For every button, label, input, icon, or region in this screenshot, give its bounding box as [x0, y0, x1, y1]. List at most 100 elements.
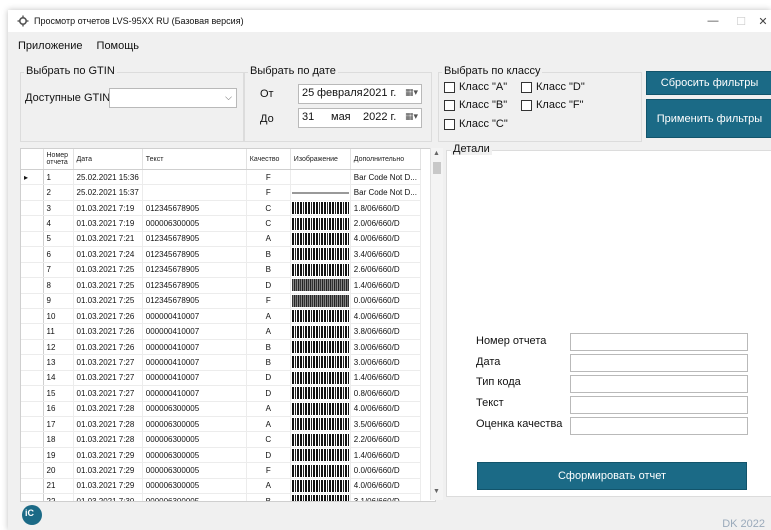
gtin-select[interactable]: ⌵	[109, 88, 237, 108]
table-row[interactable]: 8 01.03.2021 7:25 012345678905 D 1.4/06/660/…	[21, 277, 421, 294]
table-row[interactable]: 6 01.03.2021 7:24 012345678905 B 3.4/06/660/…	[21, 246, 421, 263]
menu-item-application[interactable]: Приложение	[18, 40, 83, 52]
cell-image	[290, 184, 351, 201]
row-header[interactable]	[21, 370, 44, 387]
code-type-field[interactable]	[570, 375, 748, 393]
date-from-year: 2021 г.	[363, 87, 397, 99]
table-row[interactable]: 14 01.03.2021 7:27 000000410007 D 1.4/06/660…	[21, 370, 421, 387]
row-header[interactable]	[21, 354, 44, 371]
table-row[interactable]: 12 01.03.2021 7:26 000000410007 B 3.0/06/660…	[21, 339, 421, 356]
row-header[interactable]	[21, 308, 44, 325]
cell-date: 25.02.2021 15:36	[73, 169, 143, 186]
table-row[interactable]: 18 01.03.2021 7:28 000006300005 C 2.2/06/660…	[21, 431, 421, 448]
row-header[interactable]	[21, 493, 44, 501]
row-header[interactable]	[21, 401, 44, 418]
col-header-image[interactable]: Изображение	[290, 149, 351, 170]
barcode-image	[291, 371, 349, 384]
cell-text: 000006300005	[142, 478, 247, 495]
table-row[interactable]: 16 01.03.2021 7:28 000006300005 A 4.0/06/660…	[21, 401, 421, 418]
row-header[interactable]	[21, 293, 44, 309]
table-row[interactable]: 5 01.03.2021 7:21 012345678905 A 4.0/06/660/…	[21, 231, 421, 248]
table-row[interactable]: 7 01.03.2021 7:25 012345678905 B 2.6/06/660/…	[21, 262, 421, 279]
row-header[interactable]	[21, 339, 44, 356]
table-row[interactable]: 21 01.03.2021 7:29 000006300005 A 4.0/06/660…	[21, 478, 421, 495]
row-header[interactable]	[21, 431, 44, 448]
cell-number: 9	[43, 293, 74, 309]
cell-number: 12	[43, 339, 74, 356]
scroll-down-icon[interactable]: ▼	[433, 488, 440, 495]
date-field[interactable]	[570, 354, 748, 372]
row-header[interactable]	[21, 447, 44, 464]
cell-quality: D	[246, 385, 291, 402]
text-field[interactable]	[570, 396, 748, 414]
date-label: Дата	[476, 356, 501, 368]
table-row[interactable]: 15 01.03.2021 7:27 000000410007 D 0.8/06/660…	[21, 385, 421, 402]
table-row[interactable]: 13 01.03.2021 7:27 000000410007 B 3.0/06/660…	[21, 354, 421, 371]
table-row[interactable]: 17 01.03.2021 7:28 000006300005 A 3.5/06/660…	[21, 416, 421, 433]
brand-logo-icon: iC	[22, 505, 42, 525]
cell-date: 01.03.2021 7:26	[73, 339, 143, 356]
class-c-checkbox[interactable]: Класс "C"	[444, 118, 508, 130]
cell-text: 000006300005	[142, 447, 247, 464]
class-f-checkbox[interactable]: Класс "F"	[521, 99, 584, 111]
scroll-up-icon[interactable]: ▲	[433, 150, 440, 157]
col-header-extra[interactable]: Дополнительно	[350, 149, 421, 170]
current-row-arrow-icon[interactable]: ▸	[21, 169, 44, 186]
scrollbar-thumb[interactable]	[433, 162, 441, 174]
row-header[interactable]	[21, 277, 44, 294]
close-button[interactable]: ✕	[748, 10, 771, 32]
class-b-checkbox[interactable]: Класс "B"	[444, 99, 507, 111]
cell-date: 01.03.2021 7:28	[73, 416, 143, 433]
apply-filters-button[interactable]: Применить фильтры	[646, 99, 771, 138]
report-number-field[interactable]	[570, 333, 748, 351]
row-header[interactable]	[21, 323, 44, 340]
cell-text: 000006300005	[142, 431, 247, 448]
row-header[interactable]	[21, 246, 44, 263]
table-row[interactable]: 10 01.03.2021 7:26 000000410007 A 4.0/06/660…	[21, 308, 421, 325]
row-header[interactable]	[21, 262, 44, 279]
row-header[interactable]	[21, 184, 44, 201]
row-header[interactable]	[21, 478, 44, 495]
class-d-checkbox[interactable]: Класс "D"	[521, 81, 585, 93]
barcode-image	[291, 356, 349, 369]
col-header-number[interactable]: Номер отчета	[43, 149, 74, 170]
class-a-checkbox[interactable]: Класс "A"	[444, 81, 507, 93]
barcode-image	[291, 341, 349, 354]
col-header-quality[interactable]: Качество	[246, 149, 291, 170]
cell-date: 01.03.2021 7:27	[73, 370, 143, 387]
table-row[interactable]: 19 01.03.2021 7:29 000006300005 D 1.4/06/660…	[21, 447, 421, 464]
cell-text: 000006300005	[142, 493, 247, 501]
table-row[interactable]: 22 01.03.2021 7:30 000006300005 B 3.1/06/660…	[21, 493, 421, 501]
barcode-image	[291, 433, 349, 446]
row-header[interactable]	[21, 416, 44, 433]
generate-report-button[interactable]: Сформировать отчет	[477, 462, 747, 490]
row-header[interactable]	[21, 231, 44, 248]
row-header[interactable]	[21, 215, 44, 232]
table-scrollbar[interactable]: ▲ ▼	[430, 148, 443, 500]
details-panel	[446, 150, 771, 497]
table-row[interactable]: 20 01.03.2021 7:29 000006300005 F 0.0/06/660…	[21, 462, 421, 479]
cell-number: 14	[43, 370, 74, 387]
table-row[interactable]: ▸ 1 25.02.2021 15:36 F Bar Code Not D...	[21, 169, 421, 186]
row-header[interactable]	[21, 462, 44, 479]
row-header[interactable]	[21, 200, 44, 217]
date-from-picker[interactable]: 25 февраля 2021 г. ▦▾	[298, 84, 422, 104]
cell-text: 000000410007	[142, 339, 247, 356]
table-row[interactable]: 4 01.03.2021 7:19 000006300005 C 2.0/06/660/…	[21, 215, 421, 232]
col-header-text[interactable]: Текст	[142, 149, 247, 170]
cell-extra: 3.0/06/660/D	[350, 339, 421, 356]
table-row[interactable]: 9 01.03.2021 7:25 012345678905 F 0.0/06/660/…	[21, 293, 421, 309]
date-to-picker[interactable]: 31 мая 2022 г. ▦▾	[298, 108, 422, 128]
cell-text: 000006300005	[142, 416, 247, 433]
table-row[interactable]: 11 01.03.2021 7:26 000000410007 A 3.8/06/660…	[21, 323, 421, 340]
table-row[interactable]: 3 01.03.2021 7:19 012345678905 C 1.8/06/660/…	[21, 200, 421, 217]
cell-extra: Bar Code Not D...	[350, 184, 421, 201]
table-row[interactable]: 2 25.02.2021 15:37 F Bar Code Not D...	[21, 184, 421, 201]
reset-filters-button[interactable]: Сбросить фильтры	[646, 71, 771, 95]
cell-number: 6	[43, 246, 74, 263]
col-header-date[interactable]: Дата	[73, 149, 143, 170]
minimize-button[interactable]: —	[698, 10, 728, 32]
quality-grade-field[interactable]	[570, 417, 748, 435]
row-header[interactable]	[21, 385, 44, 402]
menu-item-help[interactable]: Помощь	[97, 40, 140, 52]
